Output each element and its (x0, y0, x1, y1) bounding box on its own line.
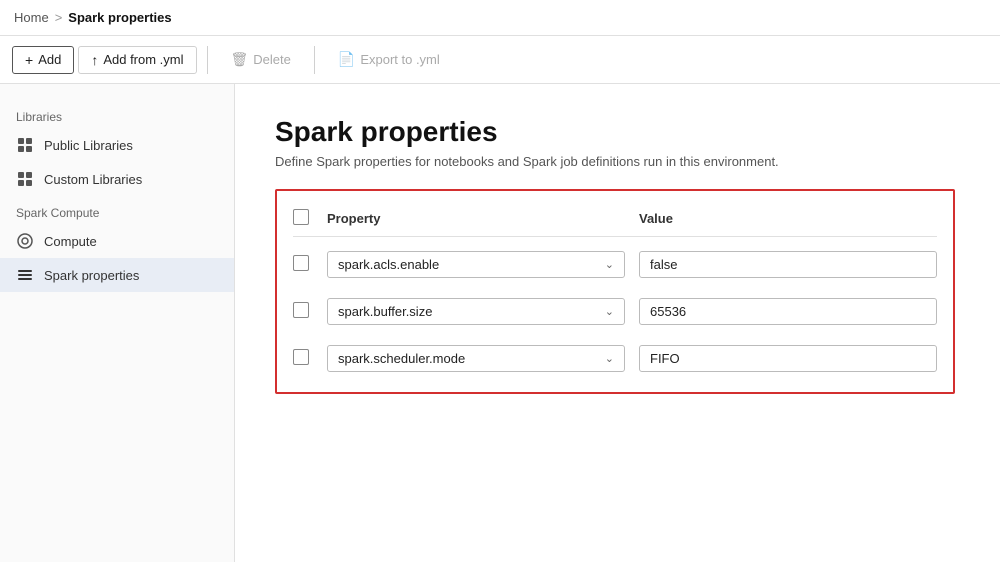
row3-checkbox-cell (293, 349, 313, 368)
add-from-yml-icon: ↑ (91, 52, 98, 68)
table-header-row: Property Value (293, 201, 937, 237)
custom-libraries-label: Custom Libraries (44, 172, 142, 187)
breadcrumb-current: Spark properties (68, 10, 171, 25)
public-libraries-label: Public Libraries (44, 138, 133, 153)
row3-checkbox[interactable] (293, 349, 309, 365)
col-header-value: Value (639, 211, 937, 226)
row2-chevron-icon: ⌄ (605, 305, 614, 318)
row2-checkbox[interactable] (293, 302, 309, 318)
properties-table: Property Value spark.acls.enable ⌄ (275, 189, 955, 394)
row1-value-cell (639, 251, 937, 278)
add-from-yml-button[interactable]: ↑ Add from .yml (78, 46, 196, 74)
breadcrumb-separator: > (55, 10, 63, 25)
row2-property-dropdown[interactable]: spark.buffer.size ⌄ (327, 298, 625, 325)
row1-checkbox-cell (293, 255, 313, 274)
row2-property-value: spark.buffer.size (338, 304, 432, 319)
row3-property-cell: spark.scheduler.mode ⌄ (327, 345, 625, 372)
libraries-section-label: Libraries (0, 100, 234, 128)
content-area: Spark properties Define Spark properties… (235, 84, 1000, 562)
page-description: Define Spark properties for notebooks an… (275, 154, 960, 169)
row2-checkbox-cell (293, 302, 313, 321)
main-layout: Libraries Public Libraries (0, 84, 1000, 562)
compute-label: Compute (44, 234, 97, 249)
row3-chevron-icon: ⌄ (605, 352, 614, 365)
table-row: spark.acls.enable ⌄ (293, 241, 937, 288)
sidebar-item-compute[interactable]: Compute (0, 224, 234, 258)
breadcrumb-home[interactable]: Home (14, 10, 49, 25)
row3-value-cell (639, 345, 937, 372)
row2-property-cell: spark.buffer.size ⌄ (327, 298, 625, 325)
breadcrumb: Home > Spark properties (0, 0, 1000, 36)
header-checkbox[interactable] (293, 209, 309, 225)
row3-value-input[interactable] (639, 345, 937, 372)
page-title: Spark properties (275, 116, 960, 148)
sidebar-item-custom-libraries[interactable]: Custom Libraries (0, 162, 234, 196)
row1-value-input[interactable] (639, 251, 937, 278)
toolbar-separator-2 (314, 46, 315, 74)
delete-label: Delete (253, 52, 291, 67)
custom-libraries-icon (16, 170, 34, 188)
add-from-yml-label: Add from .yml (103, 52, 183, 67)
export-label: Export to .yml (360, 52, 439, 67)
row1-checkbox[interactable] (293, 255, 309, 271)
row1-property-dropdown[interactable]: spark.acls.enable ⌄ (327, 251, 625, 278)
row1-chevron-icon: ⌄ (605, 258, 614, 271)
public-libraries-icon (16, 136, 34, 154)
col-header-property: Property (327, 211, 625, 226)
compute-icon (16, 232, 34, 250)
table-row: spark.buffer.size ⌄ (293, 288, 937, 335)
add-button-label: Add (38, 52, 61, 67)
sidebar: Libraries Public Libraries (0, 84, 235, 562)
add-icon: + (25, 52, 33, 68)
delete-icon: 🗑 (231, 51, 249, 68)
row1-property-cell: spark.acls.enable ⌄ (327, 251, 625, 278)
row3-property-dropdown[interactable]: spark.scheduler.mode ⌄ (327, 345, 625, 372)
spark-properties-icon (16, 266, 34, 284)
spark-compute-section-label: Spark Compute (0, 196, 234, 224)
row2-value-cell (639, 298, 937, 325)
table-row: spark.scheduler.mode ⌄ (293, 335, 937, 382)
delete-button[interactable]: 🗑 Delete (218, 45, 304, 74)
toolbar: + Add ↑ Add from .yml 🗑 Delete 📄 Export … (0, 36, 1000, 84)
header-checkbox-area (293, 209, 313, 228)
spark-properties-label: Spark properties (44, 268, 139, 283)
export-button[interactable]: 📄 Export to .yml (325, 45, 453, 74)
row3-property-value: spark.scheduler.mode (338, 351, 465, 366)
export-icon: 📄 (338, 51, 355, 68)
sidebar-item-spark-properties[interactable]: Spark properties (0, 258, 234, 292)
add-button[interactable]: + Add (12, 46, 74, 74)
sidebar-item-public-libraries[interactable]: Public Libraries (0, 128, 234, 162)
row1-property-value: spark.acls.enable (338, 257, 439, 272)
row2-value-input[interactable] (639, 298, 937, 325)
toolbar-separator-1 (207, 46, 208, 74)
